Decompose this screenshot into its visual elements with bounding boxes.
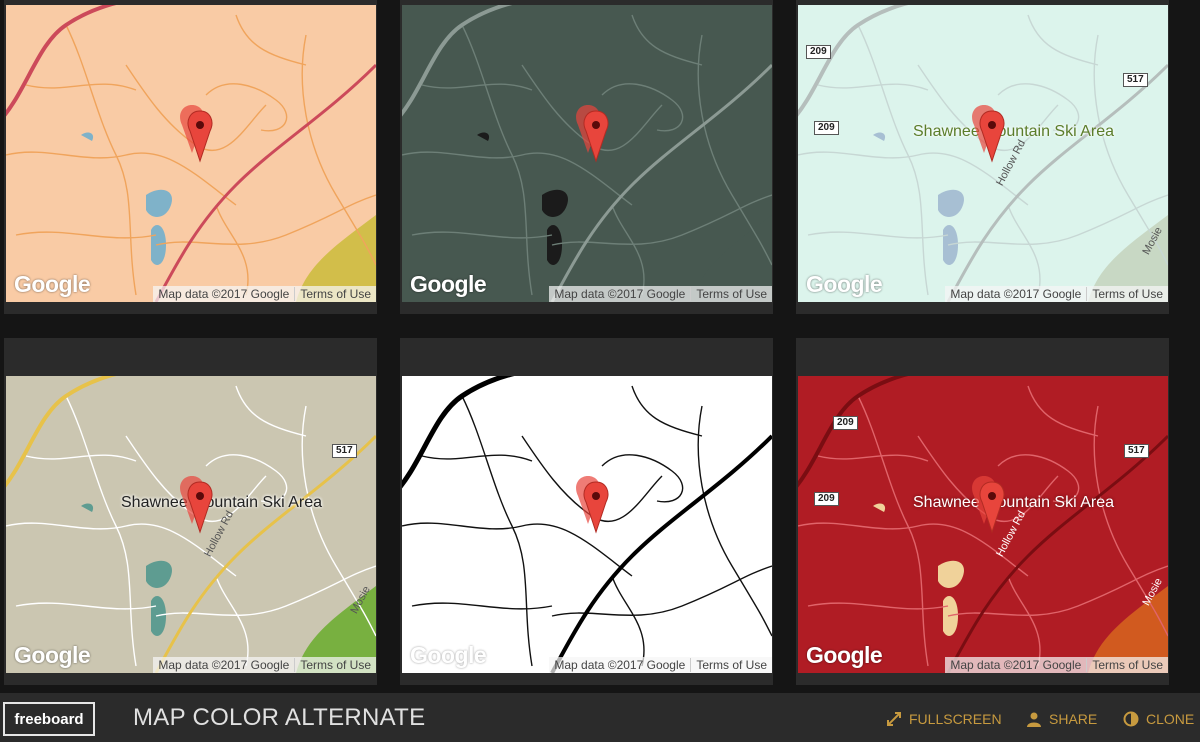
place-label: Shawnee Mountain Ski Area bbox=[913, 123, 1115, 140]
google-logo: Google bbox=[806, 642, 883, 668]
marker-dot bbox=[196, 121, 204, 129]
google-logo: Google bbox=[410, 271, 487, 297]
map-attribution: Map data ©2017 Google Terms of Use bbox=[549, 657, 772, 673]
map-data-text: Map data ©2017 Google bbox=[158, 658, 290, 672]
place-label: Shawnee Mountain Ski Area bbox=[913, 494, 1115, 511]
share-button[interactable]: SHARE bbox=[1025, 710, 1097, 728]
terms-of-use-link[interactable]: Terms of Use bbox=[295, 286, 376, 302]
terms-of-use-link[interactable]: Terms of Use bbox=[691, 286, 772, 302]
terms-of-use-link[interactable]: Terms of Use bbox=[295, 657, 376, 673]
map-2[interactable]: Google Map data ©2017 Google Terms of Us… bbox=[402, 5, 772, 302]
route-shield: 517 bbox=[1124, 444, 1149, 458]
route-shield: 209 bbox=[814, 492, 839, 506]
marker-body bbox=[187, 110, 213, 163]
terms-of-use-link[interactable]: Terms of Use bbox=[691, 657, 772, 673]
map-6[interactable]: 209 209 517 Shawnee Mountain Ski Area Ho… bbox=[798, 376, 1168, 673]
marker-dot bbox=[196, 492, 204, 500]
place-label: Shawnee Mountain Ski Area bbox=[121, 494, 323, 511]
marker-body bbox=[583, 481, 609, 534]
contrast-icon bbox=[1122, 710, 1140, 728]
route-shield: 517 bbox=[332, 444, 357, 458]
google-logo: Google bbox=[410, 642, 487, 668]
marker-dot bbox=[592, 121, 600, 129]
terms-of-use-link[interactable]: Terms of Use bbox=[1087, 286, 1168, 302]
map-4[interactable]: 517 Shawnee Mountain Ski Area Hollow Rd … bbox=[6, 376, 376, 673]
marker-dot bbox=[988, 492, 996, 500]
map-attribution: Map data ©2017 Google Terms of Use bbox=[945, 657, 1168, 673]
board-title: MAP COLOR ALTERNATE bbox=[133, 704, 426, 731]
expand-icon bbox=[885, 710, 903, 728]
google-logo: Google bbox=[14, 271, 91, 297]
map-1[interactable]: Google Map data ©2017 Google Terms of Us… bbox=[6, 5, 376, 302]
google-logo: Google bbox=[806, 271, 883, 297]
route-shield: 209 bbox=[833, 416, 858, 430]
fullscreen-button[interactable]: FULLSCREEN bbox=[885, 710, 1002, 728]
route-shield: 209 bbox=[806, 45, 831, 59]
map-data-text: Map data ©2017 Google bbox=[554, 287, 686, 301]
clone-label: CLONE bbox=[1146, 711, 1195, 727]
map-data-text: Map data ©2017 Google bbox=[158, 287, 290, 301]
marker-dot bbox=[988, 121, 996, 129]
map-5[interactable]: Google Map data ©2017 Google Terms of Us… bbox=[402, 376, 772, 673]
marker-body bbox=[583, 110, 609, 163]
terms-of-use-link[interactable]: Terms of Use bbox=[1087, 657, 1168, 673]
marker-body bbox=[979, 110, 1005, 163]
map-attribution: Map data ©2017 Google Terms of Use bbox=[153, 657, 376, 673]
map-data-text: Map data ©2017 Google bbox=[950, 287, 1082, 301]
route-shield: 517 bbox=[1123, 73, 1148, 87]
map-attribution: Map data ©2017 Google Terms of Use bbox=[153, 286, 376, 302]
map-attribution: Map data ©2017 Google Terms of Use bbox=[549, 286, 772, 302]
map-data-text: Map data ©2017 Google bbox=[554, 658, 686, 672]
google-logo: Google bbox=[14, 642, 91, 668]
map-data-text: Map data ©2017 Google bbox=[950, 658, 1082, 672]
marker-dot bbox=[592, 492, 600, 500]
marker-body bbox=[979, 481, 1005, 534]
fullscreen-label: FULLSCREEN bbox=[909, 711, 1002, 727]
user-icon bbox=[1025, 710, 1043, 728]
route-shield: 209 bbox=[814, 121, 839, 135]
map-attribution: Map data ©2017 Google Terms of Use bbox=[945, 286, 1168, 302]
marker-body bbox=[187, 481, 213, 534]
freeboard-logo-button[interactable]: freeboard bbox=[3, 702, 95, 736]
clone-button[interactable]: CLONE bbox=[1122, 710, 1194, 728]
share-label: SHARE bbox=[1049, 711, 1098, 727]
footer-bar: freeboard MAP COLOR ALTERNATE FULLSCREEN… bbox=[0, 693, 1200, 742]
map-3[interactable]: 209 209 517 Shawnee Mountain Ski Area Ho… bbox=[798, 5, 1168, 302]
